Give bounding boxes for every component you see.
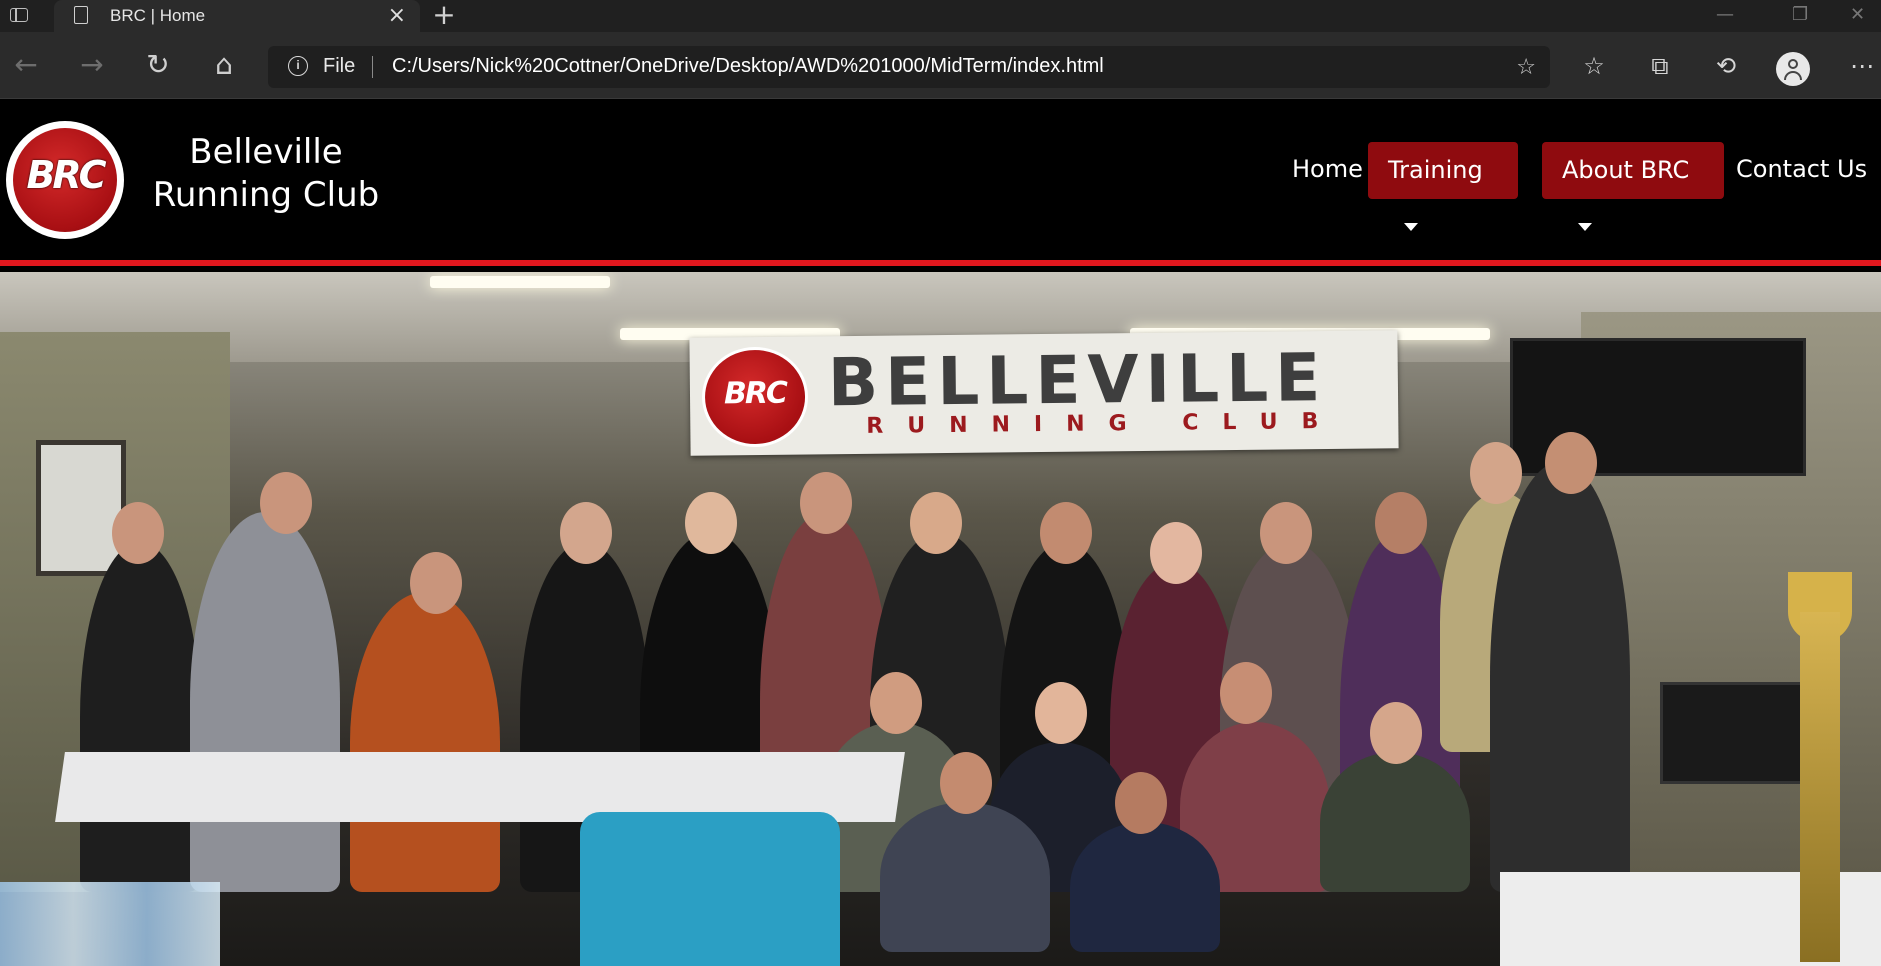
back-icon[interactable]: ←: [6, 46, 46, 84]
add-favorite-icon[interactable]: ☆: [1516, 55, 1536, 80]
favorites-icon[interactable]: ☆: [1574, 46, 1614, 86]
refresh-icon[interactable]: ↻: [138, 46, 178, 84]
logo-text: BRC: [26, 153, 106, 197]
water-bottles: [0, 882, 220, 966]
caret-down-icon: [1578, 223, 1592, 231]
banner-subtitle: RUNNING CLUB: [866, 408, 1343, 439]
nav-training-dropdown[interactable]: Training: [1368, 142, 1518, 231]
collections-icon[interactable]: ⧉: [1640, 46, 1680, 86]
site-header: BRC Belleville Running Club Home Trainin…: [0, 99, 1881, 266]
tab-actions-icon[interactable]: [8, 6, 32, 26]
trophy: [1800, 612, 1840, 962]
address-bar[interactable]: i File C:/Users/Nick%20Cottner/OneDrive/…: [268, 46, 1550, 88]
banner-logo: BRC: [701, 346, 809, 448]
address-url[interactable]: C:/Users/Nick%20Cottner/OneDrive/Desktop…: [392, 55, 1104, 78]
nav-home-link[interactable]: Home: [1292, 155, 1363, 183]
caret-down-icon: [1404, 223, 1418, 231]
laptop: [1660, 682, 1806, 784]
more-menu-icon[interactable]: ⋯: [1842, 46, 1881, 86]
site-title-line2: Running Club: [152, 175, 380, 215]
site-title: Belleville Running Club: [146, 131, 386, 217]
tab-title: BRC | Home: [110, 6, 206, 25]
nav-about-label: About BRC: [1562, 156, 1690, 184]
page-icon: [74, 6, 88, 24]
site-info-icon[interactable]: i: [288, 56, 308, 76]
club-banner: BRC BELLEVILLE RUNNING CLUB: [689, 330, 1399, 456]
browser-tab-bar: BRC | Home × + — ❐ ✕: [0, 0, 1881, 32]
home-icon[interactable]: ⌂: [204, 46, 244, 84]
banner-logo-text: BRC: [723, 375, 787, 412]
address-scheme: File: [323, 55, 356, 77]
address-separator: [372, 56, 373, 78]
blue-jacket: [580, 812, 840, 966]
restore-icon[interactable]: ❐: [1792, 4, 1808, 25]
minimize-icon[interactable]: —: [1716, 4, 1734, 25]
nav-about-dropdown[interactable]: About BRC: [1542, 142, 1724, 231]
close-tab-icon[interactable]: ×: [388, 3, 406, 29]
nav-training-label: Training: [1388, 156, 1483, 184]
address-bar-row: ← → ↻ ⌂ i File C:/Users/Nick%20Cottner/O…: [0, 32, 1881, 99]
brc-logo[interactable]: BRC: [6, 121, 124, 239]
ceiling-light: [430, 276, 610, 288]
profile-avatar-icon[interactable]: [1776, 52, 1810, 86]
new-tab-icon[interactable]: +: [428, 0, 460, 30]
forward-icon[interactable]: →: [72, 46, 112, 84]
history-icon[interactable]: ⟲: [1706, 46, 1746, 86]
browser-tab-active[interactable]: BRC | Home ×: [54, 0, 420, 32]
site-title-line1: Belleville: [189, 132, 343, 172]
nav-contact-link[interactable]: Contact Us: [1736, 155, 1867, 183]
close-window-icon[interactable]: ✕: [1850, 4, 1865, 25]
hero-group-photo: BRC BELLEVILLE RUNNING CLUB: [0, 272, 1881, 966]
